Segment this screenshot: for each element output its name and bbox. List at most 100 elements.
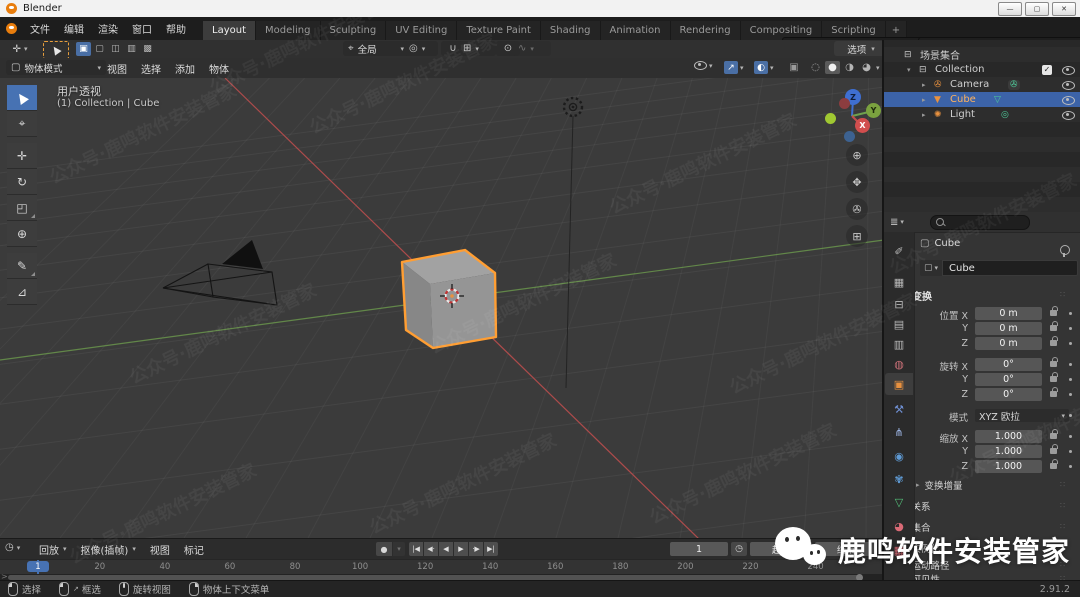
visibility-eye-icon[interactable] [1062,111,1075,120]
panel-divider[interactable] [882,40,884,580]
auto-keying-toggle[interactable]: ● [376,542,392,556]
pivot-point-dropdown[interactable]: ◎ ▾ [404,41,438,56]
object-id-icon-button[interactable]: ▢ ▾ [920,260,942,276]
menubar-menu-item[interactable]: 帮助 [159,17,193,40]
transport-prev-keyframe[interactable]: ◀· [424,542,438,556]
timeline-ruler[interactable]: 20 40 60 80 100 120 140 160 180 200 220 240 1 [0,559,884,574]
workspace-tab[interactable]: Layout [203,21,256,40]
viewport-menu-item[interactable]: 视图 [100,58,134,78]
workspace-tab[interactable]: Texture Paint [457,21,541,40]
lock-icon[interactable] [1050,429,1058,439]
playhead-frame-label[interactable]: 1 [27,561,49,572]
collection-checkbox[interactable]: ✓ [1042,64,1052,75]
transport-play[interactable]: ▶ [454,542,468,556]
lock-icon[interactable] [1050,336,1058,346]
transform-value-field[interactable]: 0 m [975,307,1042,320]
properties-tab-constraints[interactable]: ⋔ [885,421,913,443]
animate-dot-icon[interactable] [1069,393,1072,396]
material-preview-icon[interactable]: ◑ [842,61,857,74]
transport-next-keyframe[interactable]: ·▶ [469,542,483,556]
viewport-tool-button[interactable]: ◰ [7,195,37,221]
properties-tab-particles[interactable]: ✾ [885,468,913,490]
keying-set-dropdown[interactable]: ▾ [393,542,405,556]
close-button[interactable]: ✕ [1052,1,1076,16]
properties-tab-data[interactable]: ▽ [885,491,913,513]
properties-tab-object[interactable]: ▣ [885,373,913,395]
viewport-tool-button[interactable]: ✎ [7,253,37,279]
lock-icon[interactable] [1050,357,1058,367]
axis-neg-y-ball[interactable] [825,113,836,124]
outliner-row[interactable]: ▸ ✇ Camera ✇ [884,77,1080,92]
animate-dot-icon[interactable] [1069,342,1072,345]
workspace-tab[interactable]: UV Editing [386,21,458,40]
properties-tab-view-layer[interactable]: ▤ [885,313,913,335]
falloff-dropdown[interactable]: ∿ ▾ [513,41,551,56]
mode-dropdown[interactable]: ▢ 物体模式 ▾ [6,60,106,75]
show-hide-dropdown[interactable]: ▾ [694,61,713,70]
expander-icon[interactable]: ▸ [922,81,926,89]
cube-object[interactable] [400,248,498,350]
properties-tab-modifiers[interactable]: ⚒ [885,398,913,420]
viewport-tool-button[interactable] [7,85,37,111]
transform-orientation-dropdown[interactable]: ⌖ 全局 ▾ [343,41,409,56]
timeline-menu-item[interactable]: 回放 ▾ [32,539,74,559]
properties-editor-type[interactable]: ≣ ▾ [890,217,904,228]
transform-value-field[interactable]: 1.000 [975,445,1042,458]
outliner-item-label[interactable]: 场景集合 [920,47,960,62]
viewport-nav-button[interactable]: ⊕ [846,144,868,166]
menubar-menu-item[interactable]: 渲染 [91,17,125,40]
viewport-tool-button[interactable]: ⊿ [7,279,37,305]
transform-value-field[interactable]: 0° [975,388,1042,401]
viewport-nav-button[interactable]: ✇ [846,198,868,220]
outliner-row[interactable]: ▾ ⊟ Collection ✓ [884,62,1080,77]
wireframe-shading-icon[interactable]: ◌ [808,61,823,74]
viewport-nav-button[interactable]: ⊞ [846,225,868,247]
visibility-eye-icon[interactable] [1062,66,1075,75]
blender-menu-icon[interactable] [6,23,17,34]
object-name-field[interactable]: Cube [942,260,1078,276]
lock-icon[interactable] [1050,459,1058,469]
animate-dot-icon[interactable] [1069,435,1072,438]
properties-search-input[interactable] [929,214,1030,230]
viewport-3d[interactable]: 用户透视 (1) Collection | Cube ⌖ ✛ ↻ ◰ ⊕ ✎ ⊿ Z Y X… [0,78,884,538]
lock-icon[interactable] [1050,321,1058,331]
workspace-tab[interactable]: Shading [540,21,601,40]
transform-value-field[interactable]: 0° [975,373,1042,386]
lock-icon[interactable] [1050,372,1058,382]
animate-dot-icon[interactable] [1069,450,1072,453]
workspace-tab[interactable]: Animation [600,21,671,40]
menubar-menu-item[interactable]: 文件 [23,17,57,40]
workspace-tab[interactable]: Modeling [256,21,321,40]
gizmos-dropdown[interactable]: ↗ ▾ [724,61,744,74]
outliner-row[interactable]: ⊟ 场景集合 [884,47,1080,63]
viewport-tool-button[interactable]: ✛ [7,143,37,169]
transform-value-field[interactable]: 0 m [975,322,1042,335]
visibility-eye-icon[interactable] [1062,96,1075,105]
properties-tab-output[interactable]: ⊟ [885,293,913,315]
lock-icon[interactable] [1050,444,1058,454]
editor-type-button[interactable]: ✛ ▾ [5,41,35,57]
lock-icon[interactable] [1050,306,1058,316]
axis-neg-z-ball[interactable] [844,131,855,142]
transport-jump-to-start[interactable]: |◀ [409,542,423,556]
transport-play-reverse[interactable]: ◀ [439,542,453,556]
viewport-menu-item[interactable]: 选择 [134,58,168,78]
menubar-menu-item[interactable]: 编辑 [57,17,91,40]
axis-x-ball[interactable]: X [855,118,870,133]
camera-object[interactable] [162,240,278,306]
animate-dot-icon[interactable] [1069,378,1072,381]
overlays-dropdown[interactable]: ◐ ▾ [754,61,774,74]
properties-tab-render[interactable]: ▦ [885,271,913,293]
maximize-button[interactable]: ▢ [1025,1,1049,16]
workspace-tab[interactable]: Rendering [670,21,741,40]
outliner-row[interactable]: ▸ ▼ Cube ▽ [884,92,1080,107]
transform-value-field[interactable]: 1.000 [975,460,1042,473]
visibility-eye-icon[interactable] [1062,81,1075,90]
transform-value-field[interactable]: 0 m [975,337,1042,350]
timeline-menu-item[interactable]: 抠像(插帧) ▾ [74,539,143,559]
xray-toggle[interactable]: ▣ [786,61,802,74]
workspace-tab[interactable]: Sculpting [320,21,387,40]
animate-dot-icon[interactable] [1069,465,1072,468]
viewport-tool-button[interactable]: ⌖ [7,111,37,137]
properties-tab-world[interactable]: ◍ [885,353,913,375]
